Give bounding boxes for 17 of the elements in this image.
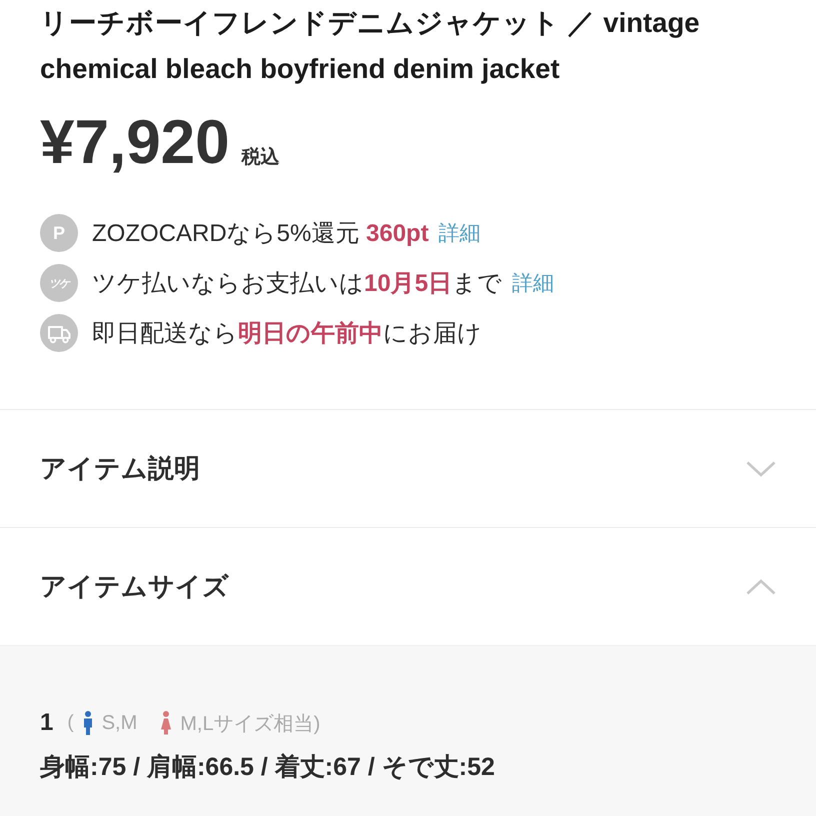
size-label: 1 xyxy=(40,709,54,737)
size-paren: ( xyxy=(67,712,74,734)
truck-icon xyxy=(40,314,78,352)
size-measurements: 身幅:75 / 肩幅:66.5 / 着丈:67 / そで丈:52 xyxy=(40,752,496,783)
woman-icon xyxy=(161,711,172,735)
perk-text: ZOZOCARDなら5%還元 360pt xyxy=(92,219,429,249)
product-title: リーチボーイフレンドデニムジャケット ／ vintage chemical bleach boyfriend denim jacket xyxy=(40,6,701,86)
tax-note: 税込 xyxy=(242,146,280,170)
points-badge: P xyxy=(40,214,78,252)
perk-text: ツケ払いならお支払いは10月5日 まで xyxy=(92,269,502,299)
man-icon xyxy=(82,711,93,735)
pay-later-badge: ツケ xyxy=(40,264,78,302)
perk-text: 即日配送なら 明日の午前中にお届け xyxy=(92,319,482,349)
size-fit: S,M xyxy=(102,712,138,734)
price: ¥7,920 xyxy=(40,110,230,176)
size-fit: M,Lサイズ相当) xyxy=(180,712,320,736)
accordion-header[interactable]: アイテム説明 xyxy=(0,410,816,528)
